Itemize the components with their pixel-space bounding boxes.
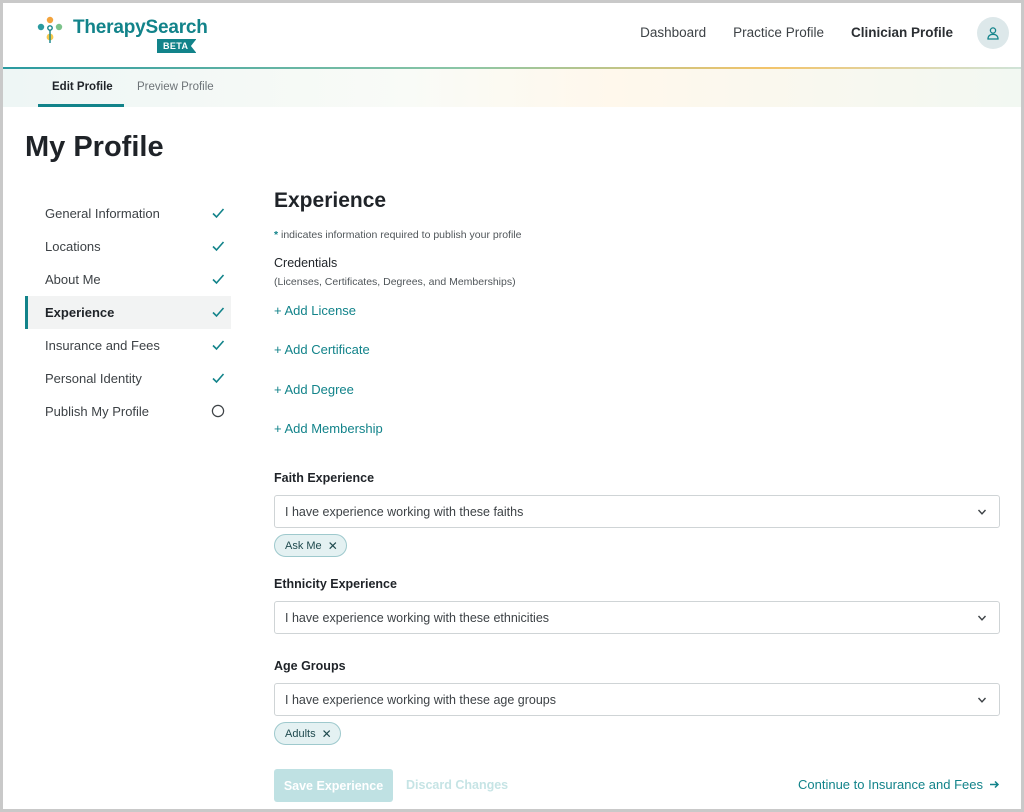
sidebar-item-label: Personal Identity	[45, 371, 142, 386]
beta-badge: BETA	[157, 39, 197, 53]
user-menu-button[interactable]	[977, 17, 1009, 49]
sidebar-item-locations[interactable]: Locations	[25, 230, 231, 263]
profile-subnav: Edit Profile Preview Profile	[3, 69, 1021, 107]
remove-chip-icon[interactable]: ✕	[328, 539, 338, 553]
check-icon	[212, 274, 225, 285]
chevron-down-icon	[977, 615, 987, 621]
brand-logo[interactable]: TherapySearch BETA	[35, 15, 208, 57]
add-certificate-link[interactable]: + Add Certificate	[274, 342, 370, 357]
save-experience-button[interactable]: Save Experience	[274, 769, 393, 802]
nav-practice-profile[interactable]: Practice Profile	[733, 25, 824, 40]
ethnicity-select-placeholder: I have experience working with these eth…	[285, 610, 550, 625]
faith-experience-label: Faith Experience	[274, 471, 375, 485]
brand-name: TherapySearch	[73, 17, 208, 38]
check-icon	[212, 241, 225, 252]
sidebar-item-label: Locations	[45, 239, 101, 254]
remove-chip-icon[interactable]: ✕	[322, 727, 332, 741]
required-note: * indicates information required to publ…	[274, 229, 521, 241]
tab-preview-profile[interactable]: Preview Profile	[137, 81, 214, 93]
tab-edit-profile[interactable]: Edit Profile	[52, 81, 113, 93]
sidebar-item-label: Insurance and Fees	[45, 338, 160, 353]
sidebar-item-label: General Information	[45, 206, 160, 221]
chip-label: Ask Me	[285, 539, 322, 552]
check-icon	[212, 307, 225, 318]
arrow-right-icon	[990, 780, 1000, 789]
top-header: TherapySearch BETA Dashboard Practice Pr…	[3, 3, 1021, 67]
sidebar-item-personal-identity[interactable]: Personal Identity	[25, 362, 231, 395]
top-nav: Dashboard Practice Profile Clinician Pro…	[640, 25, 953, 40]
app-window: TherapySearch BETA Dashboard Practice Pr…	[0, 0, 1024, 812]
faith-chip-ask-me: Ask Me ✕	[274, 534, 347, 557]
add-membership-link[interactable]: + Add Membership	[274, 421, 383, 436]
sidebar-item-label: About Me	[45, 272, 101, 287]
user-icon	[987, 27, 999, 40]
chevron-down-icon	[977, 509, 987, 515]
ethnicity-experience-label: Ethnicity Experience	[274, 577, 397, 591]
discard-changes-button[interactable]: Discard Changes	[406, 778, 508, 792]
sidebar-item-about-me[interactable]: About Me	[25, 263, 231, 296]
age-select-placeholder: I have experience working with these age…	[285, 692, 556, 707]
add-degree-link[interactable]: + Add Degree	[274, 382, 354, 397]
sidebar-item-general-information[interactable]: General Information	[25, 197, 231, 230]
chip-label: Adults	[285, 727, 316, 740]
age-groups-select[interactable]: I have experience working with these age…	[274, 683, 1000, 716]
sidebar-item-label: Publish My Profile	[45, 404, 150, 419]
credentials-title: Credentials	[274, 256, 338, 270]
age-chip-adults: Adults ✕	[274, 722, 341, 745]
check-icon	[212, 340, 225, 351]
sidebar-item-experience[interactable]: Experience	[25, 296, 231, 329]
nav-dashboard[interactable]: Dashboard	[640, 25, 706, 40]
logo-icon	[37, 16, 63, 43]
sidebar-item-label: Experience	[45, 305, 115, 320]
check-icon	[212, 373, 225, 384]
empty-circle-icon	[211, 404, 225, 418]
nav-clinician-profile[interactable]: Clinician Profile	[851, 25, 953, 40]
page-title: My Profile	[25, 131, 164, 163]
credentials-subtitle: (Licenses, Certificates, Degrees, and Me…	[274, 276, 516, 288]
age-groups-label: Age Groups	[274, 659, 346, 673]
continue-link[interactable]: Continue to Insurance and Fees	[798, 777, 1000, 792]
faith-experience-select[interactable]: I have experience working with these fai…	[274, 495, 1000, 528]
check-icon	[212, 208, 225, 219]
continue-label: Continue to Insurance and Fees	[797, 777, 983, 792]
section-heading: Experience	[274, 189, 387, 212]
ethnicity-experience-select[interactable]: I have experience working with these eth…	[274, 601, 1000, 634]
active-tab-indicator	[38, 104, 124, 107]
chevron-down-icon	[977, 697, 987, 703]
sidebar-item-publish-my-profile[interactable]: Publish My Profile	[25, 395, 231, 428]
profile-sections-sidebar: General Information Locations About Me E…	[25, 197, 231, 428]
sidebar-item-insurance-and-fees[interactable]: Insurance and Fees	[25, 329, 231, 362]
required-note-text: indicates information required to publis…	[278, 229, 522, 241]
add-license-link[interactable]: + Add License	[274, 303, 356, 318]
faith-select-placeholder: I have experience working with these fai…	[285, 504, 524, 519]
